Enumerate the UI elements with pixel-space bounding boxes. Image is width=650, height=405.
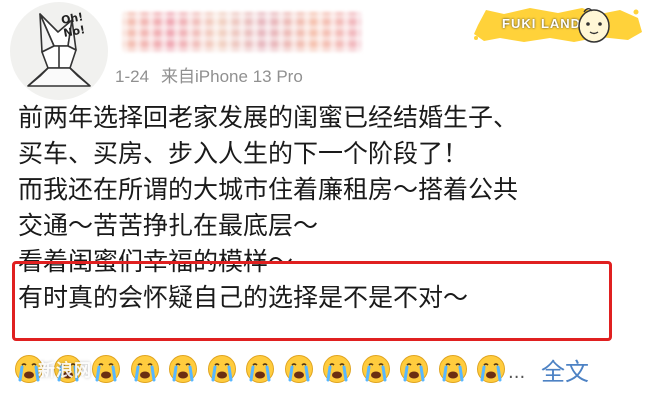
- crying-face-icon: [322, 354, 352, 384]
- post-line: 前两年选择回老家发展的闺蜜已经结婚生子、: [18, 103, 519, 132]
- post-source: 来自iPhone 13 Pro: [161, 67, 303, 86]
- highlight-annotation-box: [12, 261, 612, 341]
- crying-face-icon: [91, 354, 121, 384]
- crying-face-icon: [476, 354, 506, 384]
- username-blurred[interactable]: [122, 12, 362, 52]
- crying-face-icon: [207, 354, 237, 384]
- crying-face-icon: [245, 354, 275, 384]
- full-text-link[interactable]: 全文: [541, 352, 589, 387]
- crying-face-icon: [438, 354, 468, 384]
- fan-badge[interactable]: FUKI LAND: [470, 4, 645, 46]
- crying-face-icon: [284, 354, 314, 384]
- ellipsis: ...: [508, 362, 526, 383]
- post-meta: 1-24 来自iPhone 13 Pro: [115, 62, 303, 87]
- mascot-face-icon: [578, 8, 610, 43]
- post-line: 交通～苦苦挣扎在最底层～: [18, 211, 319, 240]
- post-line: 买车、买房、步入人生的下一个阶段了！: [18, 139, 469, 168]
- crying-face-icon: [168, 354, 198, 384]
- post-date: 1-24: [115, 67, 150, 86]
- crying-face-icon: [361, 354, 391, 384]
- avatar[interactable]: Oh! No!: [10, 2, 108, 100]
- badge-label: FUKI LAND: [502, 16, 582, 31]
- post-line: 而我还在所谓的大城市住着廉租房～搭着公共: [18, 175, 519, 204]
- watermark: 新浪网: [38, 361, 92, 381]
- crying-face-icon: [399, 354, 429, 384]
- crying-face-icon: [130, 354, 160, 384]
